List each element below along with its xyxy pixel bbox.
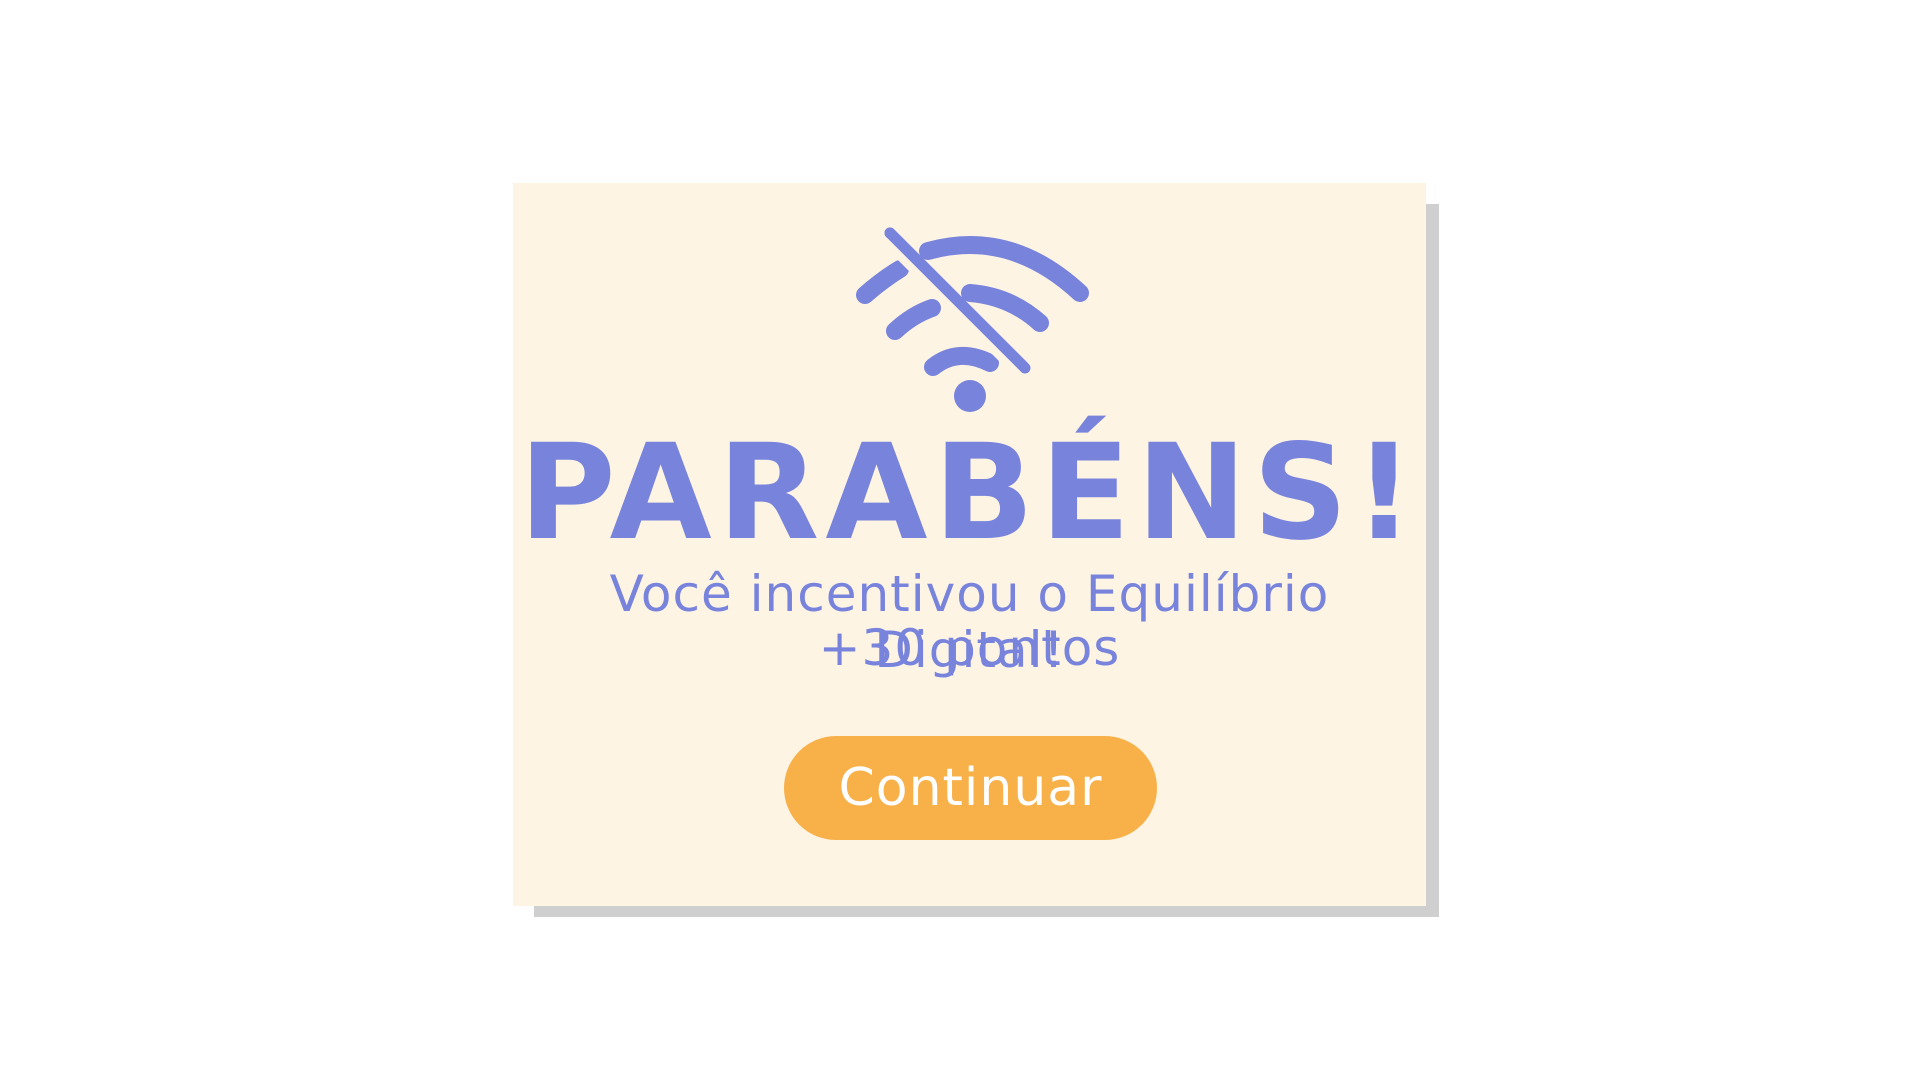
continue-button[interactable]: Continuar <box>784 736 1157 840</box>
points-earned: +30 pontos <box>818 619 1121 677</box>
dialog-title: PARABÉNS! <box>518 416 1421 570</box>
screen: PARABÉNS! Você incentivou o Equilíbrio D… <box>0 0 1920 1080</box>
wifi-off-icon <box>856 227 1089 412</box>
